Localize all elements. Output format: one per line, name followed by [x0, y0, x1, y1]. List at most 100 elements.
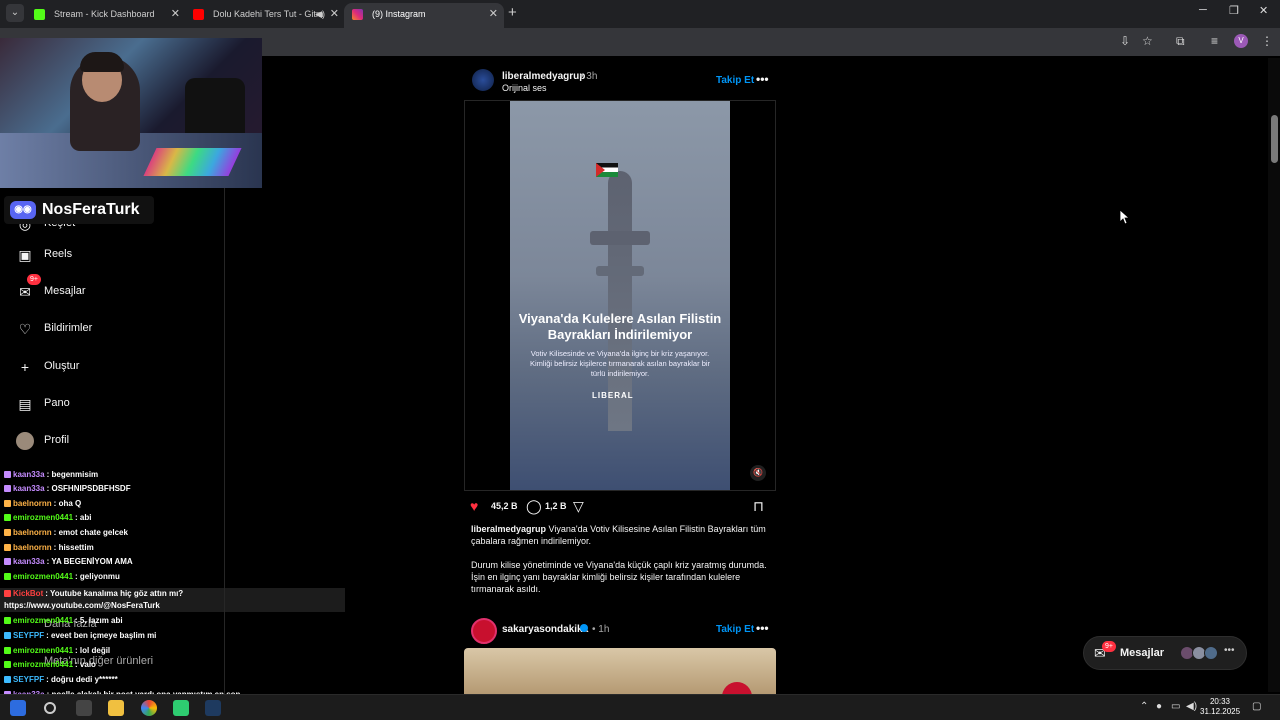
- chat-badge-icon: [4, 544, 11, 551]
- sidebar-item-label: Bildirimler: [44, 322, 93, 334]
- minimize-icon[interactable]: ─: [1199, 4, 1207, 16]
- windows-taskbar: ⌃ ● ▭ ◀) 20:33 31.12.2025 ▢: [0, 694, 1280, 720]
- chat-message: emirozmen0441: geliyonmu: [4, 572, 120, 581]
- sidebar-item-label: Reels: [44, 248, 73, 260]
- new-tab-icon[interactable]: +: [508, 4, 517, 21]
- tray-chevron-icon[interactable]: ⌃: [1140, 701, 1148, 712]
- sidebar-item-profile[interactable]: Profil: [16, 427, 216, 457]
- chrome-icon[interactable]: [141, 700, 157, 716]
- chat-message: baelnornn: hissettim: [4, 543, 94, 552]
- post-author-avatar[interactable]: [471, 618, 497, 644]
- install-app-icon[interactable]: ⇩: [1120, 34, 1130, 48]
- chat-text: Youtube kanalıma hiç göz attın mı?: [49, 589, 184, 598]
- speaker-icon[interactable]: ◀): [315, 3, 325, 25]
- bookmark-star-icon[interactable]: ☆: [1142, 34, 1153, 48]
- reel-headline: Viyana'da Kulelere Asılan Filistin Bayra…: [518, 311, 722, 342]
- reels-icon: ▣: [18, 247, 32, 263]
- streamer-hair: [80, 52, 124, 72]
- chat-message: https://www.youtube.com/@NosFeraTurk: [4, 601, 160, 610]
- chat-username: SEYFPF: [13, 631, 45, 640]
- comment-icon[interactable]: ◯: [526, 498, 542, 515]
- chat-username: emirozmen0441: [13, 616, 74, 625]
- obs-icon[interactable]: [173, 700, 189, 716]
- share-icon[interactable]: ▽: [573, 498, 584, 515]
- post-media-preview[interactable]: [464, 648, 776, 694]
- tab-instagram[interactable]: (9) Instagram ✕: [344, 3, 504, 28]
- tab-youtube[interactable]: Dolu Kadehi Ters Tut - Gitm ◀) ✕: [185, 3, 345, 28]
- extensions-icon[interactable]: ⧉: [1176, 34, 1185, 49]
- sidebar-item-messages[interactable]: ✉ 9+ Mesajlar: [16, 274, 216, 308]
- caption-username[interactable]: liberalmedyagrup: [471, 524, 546, 534]
- network-icon[interactable]: ▭: [1171, 701, 1180, 712]
- tab-search-button[interactable]: ⌄: [6, 4, 24, 22]
- mute-icon[interactable]: 🔇: [750, 465, 766, 481]
- chat-badge-icon: [4, 617, 11, 624]
- close-tab-icon[interactable]: ✕: [489, 3, 498, 25]
- volume-icon[interactable]: ◀): [1186, 701, 1197, 712]
- task-view-icon[interactable]: [76, 700, 92, 716]
- close-tab-icon[interactable]: ✕: [171, 3, 180, 25]
- post-author-avatar[interactable]: [472, 69, 494, 91]
- like-heart-icon[interactable]: ♥: [470, 498, 478, 514]
- save-bookmark-icon[interactable]: ⊓: [753, 498, 764, 515]
- tab-title: Dolu Kadehi Ters Tut - Gitm: [213, 9, 324, 19]
- contact-avatar: [1204, 646, 1218, 660]
- profile-avatar-icon: [16, 432, 34, 450]
- browser-tab-bar: ⌄ Stream - Kick Dashboard ✕ Dolu Kadehi …: [0, 0, 1280, 28]
- flag-triangle: [596, 163, 605, 177]
- chat-badge-icon: [4, 471, 11, 478]
- chat-message: emirozmen0441: abi: [4, 513, 91, 522]
- chat-username: emirozmen0441: [13, 660, 74, 669]
- restore-icon[interactable]: ❐: [1229, 4, 1239, 17]
- scrollbar-thumb[interactable]: [1271, 115, 1278, 163]
- file-explorer-icon[interactable]: [108, 700, 124, 716]
- more-options-icon[interactable]: •••: [756, 621, 769, 635]
- post-username[interactable]: sakaryasondakika: [502, 624, 588, 635]
- clock-time: 20:33: [1209, 697, 1231, 706]
- chat-message: SEYFPF: doğru dedi y******: [4, 675, 118, 684]
- start-icon[interactable]: [10, 700, 26, 716]
- chat-username: kaan33a: [13, 470, 45, 479]
- media-control-icon[interactable]: ≡: [1211, 34, 1218, 48]
- app-icon[interactable]: [205, 700, 221, 716]
- close-window-icon[interactable]: ✕: [1259, 4, 1268, 17]
- chat-text: lol değil: [79, 646, 111, 655]
- plus-icon: +: [20, 359, 30, 375]
- tab-kick-dashboard[interactable]: Stream - Kick Dashboard ✕: [26, 3, 186, 28]
- reel-subtitle: Votiv Kilisesinde ve Viyana'da ilginç bi…: [529, 349, 711, 378]
- post-caption: liberalmedyagrup Viyana'da Votiv Kilises…: [471, 523, 776, 547]
- tab-title: (9) Instagram: [372, 9, 426, 19]
- post-audio-label[interactable]: Orijinal ses: [502, 83, 547, 93]
- post-username[interactable]: liberalmedyagrup: [502, 71, 585, 82]
- sidebar-item-dashboard[interactable]: ▤ Pano: [16, 390, 216, 420]
- follow-button[interactable]: Takip Et: [716, 75, 754, 86]
- comment-count[interactable]: 1,2 B: [545, 501, 567, 511]
- system-clock[interactable]: 20:33 31.12.2025: [1200, 697, 1240, 717]
- discord-username: NosFeraTurk: [42, 201, 140, 218]
- chat-text: OSFHNIPSDBFHSDF: [51, 484, 131, 493]
- post-time: • 3h: [580, 71, 598, 82]
- follow-button[interactable]: Takip Et: [716, 624, 754, 635]
- chat-username: kaan33a: [13, 557, 45, 566]
- browser-profile-avatar[interactable]: V: [1234, 34, 1248, 48]
- notifications-icon[interactable]: ▢: [1252, 701, 1261, 712]
- kebab-menu-icon[interactable]: ⋮: [1261, 34, 1273, 48]
- chat-text: emot chate gelcek: [58, 528, 128, 537]
- chat-text: https://www.youtube.com/@NosFeraTurk: [4, 601, 160, 610]
- sidebar-item-label: Mesajlar: [44, 285, 86, 297]
- messages-floating-button[interactable]: ✉ 9+ Mesajlar •••: [1083, 636, 1247, 670]
- liberal-logo: LIBERAL: [592, 391, 634, 400]
- sidebar-item-reels[interactable]: ▣ Reels: [16, 241, 216, 271]
- sidebar-item-notifications[interactable]: ♡ Bildirimler: [16, 315, 216, 345]
- microphone-icon[interactable]: ●: [1156, 701, 1162, 712]
- post-time: • 1h: [592, 624, 610, 635]
- like-count[interactable]: 45,2 B: [491, 501, 518, 511]
- close-tab-icon[interactable]: ✕: [330, 3, 339, 25]
- more-options-icon[interactable]: •••: [756, 72, 769, 86]
- chat-badge-icon: [4, 514, 11, 521]
- sidebar-item-create[interactable]: + Oluştur: [16, 353, 216, 383]
- chat-text: eveet ben içmeye başlim mi: [51, 631, 157, 640]
- chat-message: kaan33a: OSFHNIPSDBFHSDF: [4, 484, 131, 493]
- reel-video[interactable]: Viyana'da Kulelere Asılan Filistin Bayra…: [510, 101, 730, 490]
- search-icon[interactable]: [44, 702, 56, 714]
